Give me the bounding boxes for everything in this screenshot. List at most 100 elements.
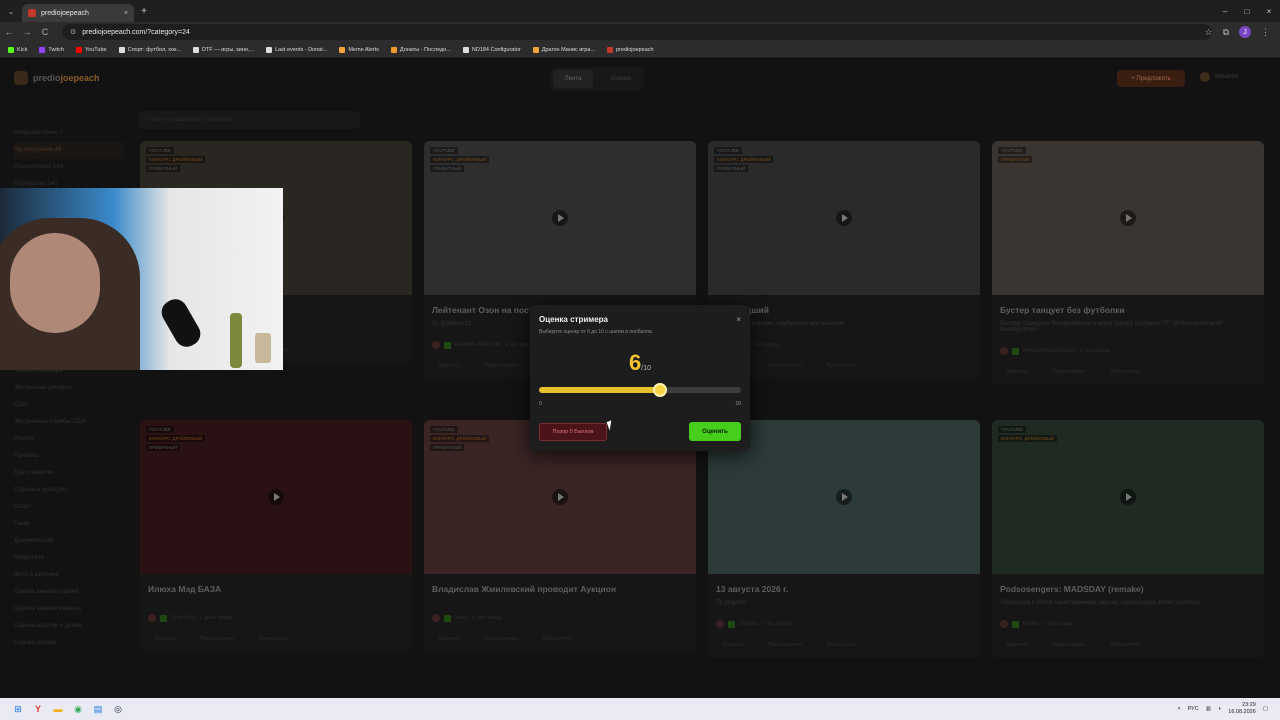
bookmark-configurator[interactable]: ND184 Configurator bbox=[462, 46, 521, 53]
play-icon[interactable] bbox=[1120, 489, 1136, 505]
site-logo[interactable]: predio joepeach bbox=[14, 71, 100, 85]
tray-expand-icon[interactable]: ˄ bbox=[1178, 706, 1181, 712]
minimize-button[interactable]: – bbox=[1214, 0, 1236, 22]
watched-action[interactable]: Просмотрено bbox=[484, 363, 518, 369]
video-card[interactable]: YOUTUBE13 августа 2026 г.Тг @ayzilnScorp… bbox=[708, 420, 980, 658]
search-input[interactable]: Поиск по названию и описанию bbox=[138, 111, 360, 129]
network-icon[interactable]: ▥ bbox=[1206, 706, 1211, 712]
skip-action[interactable]: Пропустить bbox=[258, 636, 287, 642]
video-thumbnail[interactable]: YOUTUBE КОНКУРС: ДРОЙФОВЫЙ ПРИВАТНЫЙ bbox=[708, 141, 980, 295]
browser-tab[interactable]: prediojoepeach × bbox=[22, 4, 134, 22]
sidebar-item[interactable]: США bbox=[14, 397, 124, 414]
skip-action[interactable]: Пропустить bbox=[826, 363, 855, 369]
url-field[interactable]: ⚙ prediojoepeach.com/?category=24 bbox=[62, 24, 1212, 40]
bookmark-twitch[interactable]: Twitch bbox=[39, 46, 64, 53]
reload-icon[interactable]: C bbox=[36, 27, 54, 37]
watched-action[interactable]: Просмотрено bbox=[1052, 642, 1086, 648]
profile-avatar[interactable]: J bbox=[1239, 26, 1251, 38]
play-icon[interactable] bbox=[268, 489, 284, 505]
rate-action[interactable]: Оценить bbox=[1006, 369, 1028, 375]
sidebar-item[interactable]: Оценка квартир и домов bbox=[14, 618, 124, 635]
sidebar-item[interactable]: Фото и картинки bbox=[14, 567, 124, 584]
bookmark-dtf[interactable]: DTF — игры, кино,... bbox=[192, 46, 254, 53]
back-icon[interactable]: ← bbox=[0, 27, 18, 37]
steam-icon[interactable]: ◎ bbox=[108, 698, 128, 720]
play-icon[interactable] bbox=[1120, 210, 1136, 226]
tab-close-icon[interactable]: × bbox=[124, 10, 128, 17]
video-card[interactable]: YOUTUBE КОНКУРС: ДРОЙФОВЫЙ ПРИВАТНЫЙ Илюха … bbox=[140, 420, 412, 652]
rate-action[interactable]: Оценить bbox=[438, 636, 460, 642]
sidebar-item[interactable]: Оценка дизайн bbox=[14, 635, 124, 652]
score-slider[interactable] bbox=[539, 383, 741, 397]
rate-action[interactable]: Оценить bbox=[722, 642, 744, 648]
forward-icon[interactable]: → bbox=[18, 27, 36, 37]
slider-handle[interactable] bbox=[653, 383, 668, 397]
tab-search-icon[interactable]: ⌄ bbox=[0, 0, 22, 22]
start-icon[interactable]: ⊞ bbox=[8, 698, 28, 720]
video-card[interactable]: YOUTUBE КОНКУРС: ДРОЙФОВЫЙ ПРИВАТНЫЙ Владис… bbox=[424, 420, 696, 652]
sidebar-item[interactable]: Экстренная движуха bbox=[14, 380, 124, 397]
user-menu[interactable]: Streamer bbox=[1200, 72, 1239, 82]
skip-action[interactable]: Пропустить bbox=[826, 642, 855, 648]
sidebar-item[interactable]: Нейросети bbox=[14, 550, 124, 567]
tab-feed[interactable]: Лента bbox=[553, 70, 593, 88]
sidebar-item[interactable]: Документалки bbox=[14, 533, 124, 550]
video-card[interactable]: YOUTUBE ПРИВАТНЫЙ Бустер танцует без футбо… bbox=[992, 141, 1264, 385]
volume-icon[interactable]: ◖ bbox=[1218, 706, 1221, 712]
language-indicator[interactable]: РУС bbox=[1188, 706, 1199, 712]
sidebar-item[interactable]: Россия bbox=[14, 431, 124, 448]
sidebar-item[interactable]: Экстренные службы США bbox=[14, 414, 124, 431]
close-window-button[interactable]: × bbox=[1258, 0, 1280, 22]
bookmark-meme-alerts[interactable]: Meme Alerts bbox=[339, 46, 379, 53]
file-explorer-icon[interactable]: ▬ bbox=[48, 698, 68, 720]
clock[interactable]: 23:29 16.08.2026 bbox=[1228, 702, 1256, 716]
close-icon[interactable]: × bbox=[736, 315, 741, 324]
suggest-button[interactable]: + Предложить bbox=[1117, 70, 1185, 87]
notifications-icon[interactable]: ▢ bbox=[1263, 706, 1268, 712]
sidebar-item[interactable]: Спорт bbox=[14, 499, 124, 516]
bookmark-sport[interactable]: Спорт: футбол, хок... bbox=[118, 46, 181, 53]
bookmark-star-icon[interactable]: ☆ bbox=[1204, 27, 1212, 38]
sidebar-item[interactable]: На смотрение 44 bbox=[14, 142, 124, 159]
play-icon[interactable] bbox=[552, 489, 568, 505]
new-tab-button[interactable]: + bbox=[134, 6, 154, 17]
rate-action[interactable]: Оценить bbox=[154, 636, 176, 642]
menu-icon[interactable]: ⋮ bbox=[1261, 27, 1270, 38]
notepad-icon[interactable]: ▤ bbox=[88, 698, 108, 720]
tab-ratings[interactable]: Оценки bbox=[601, 70, 641, 88]
sidebar-item[interactable]: Непросмотрено 7 bbox=[14, 125, 124, 142]
chrome-icon[interactable]: ◉ bbox=[68, 698, 88, 720]
bookmark-kick[interactable]: Kick bbox=[8, 46, 27, 53]
sidebar-item[interactable]: Страны и культуры bbox=[14, 482, 124, 499]
video-thumbnail[interactable]: YOUTUBE ПРИВАТНЫЙ bbox=[992, 141, 1264, 295]
sidebar-item[interactable]: Еда и напитки bbox=[14, 465, 124, 482]
bookmark-donations[interactable]: Донаты - Последн... bbox=[390, 46, 451, 53]
skip-action[interactable]: Пропустить bbox=[1110, 642, 1139, 648]
sidebar-item[interactable]: Просмотрено 164 bbox=[14, 159, 124, 176]
video-thumbnail[interactable]: YOUTUBE КОНКУРС: ДРОЙФОВЫЙ ПРИВАТНЫЙ bbox=[424, 141, 696, 295]
sidebar-item[interactable]: Приколы bbox=[14, 448, 124, 465]
watched-action[interactable]: Просмотрено bbox=[768, 363, 802, 369]
bookmark-prediojoepeach[interactable]: prediojoepeach bbox=[607, 46, 654, 53]
watched-action[interactable]: Просмотрено bbox=[200, 636, 234, 642]
skip-action[interactable]: Пропустить bbox=[1110, 369, 1139, 375]
watched-action[interactable]: Просмотрено bbox=[768, 642, 802, 648]
watched-action[interactable]: Просмотрено bbox=[1052, 369, 1086, 375]
video-thumbnail[interactable]: YOUTUBE КОНКУРС: ДРОЙФОВЫЙ bbox=[992, 420, 1264, 574]
bookmark-donat[interactable]: Last events - Donat... bbox=[266, 46, 327, 53]
play-icon[interactable] bbox=[552, 210, 568, 226]
play-icon[interactable] bbox=[836, 210, 852, 226]
sidebar-item[interactable]: Оценка внешки парней bbox=[14, 584, 124, 601]
watched-action[interactable]: Просмотрено bbox=[484, 636, 518, 642]
sidebar-item[interactable]: Гонки bbox=[14, 516, 124, 533]
rate-action[interactable]: Оценить bbox=[438, 363, 460, 369]
bookmark-dragon[interactable]: Драгон Манис игра... bbox=[532, 46, 595, 53]
site-info-icon[interactable]: ⚙ bbox=[70, 28, 76, 36]
skip-action[interactable]: Пропустить bbox=[542, 636, 571, 642]
shame-zero-button[interactable]: Позор 0 Баллов bbox=[539, 423, 607, 441]
rate-action[interactable]: Оценить bbox=[1006, 642, 1028, 648]
video-thumbnail[interactable]: YOUTUBE КОНКУРС: ДРОЙФОВЫЙ ПРИВАТНЫЙ bbox=[140, 420, 412, 574]
extensions-icon[interactable]: ⧉ bbox=[1223, 27, 1229, 38]
sidebar-item[interactable]: Оценка внешки женщин bbox=[14, 601, 124, 618]
yandex-browser-icon[interactable]: Y bbox=[28, 698, 48, 720]
